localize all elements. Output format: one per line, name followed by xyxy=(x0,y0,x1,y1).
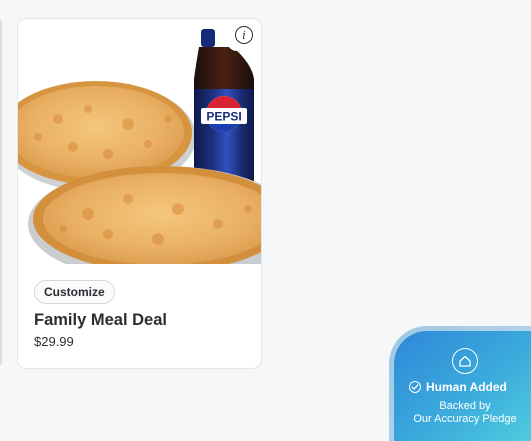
badge-headline: Human Added xyxy=(409,380,507,394)
info-button[interactable]: i xyxy=(227,19,261,51)
badge-subtext-line2: Our Accuracy Pledge xyxy=(413,413,517,425)
check-circle-icon xyxy=(409,381,421,393)
menu-item-card[interactable]: PEPSI i Customize Family Meal Deal $29.9… xyxy=(17,18,262,369)
previous-card-edge xyxy=(0,20,2,365)
item-title: Family Meal Deal xyxy=(34,311,167,329)
badge-panel: Human Added Backed by Our Accuracy Pledg… xyxy=(394,331,531,441)
badge-headline-text: Human Added xyxy=(426,380,507,394)
home-icon xyxy=(452,348,478,374)
menu-item-image: PEPSI xyxy=(18,19,261,264)
accuracy-pledge-badge[interactable]: Human Added Backed by Our Accuracy Pledg… xyxy=(389,326,531,441)
item-price: $29.99 xyxy=(34,334,74,349)
bottle-label: PEPSI xyxy=(206,110,241,124)
info-icon: i xyxy=(235,26,253,44)
customize-button[interactable]: Customize xyxy=(34,280,115,304)
badge-subtext-line1: Backed by xyxy=(439,400,491,412)
badge-subtext: Backed by Our Accuracy Pledge xyxy=(394,400,531,426)
